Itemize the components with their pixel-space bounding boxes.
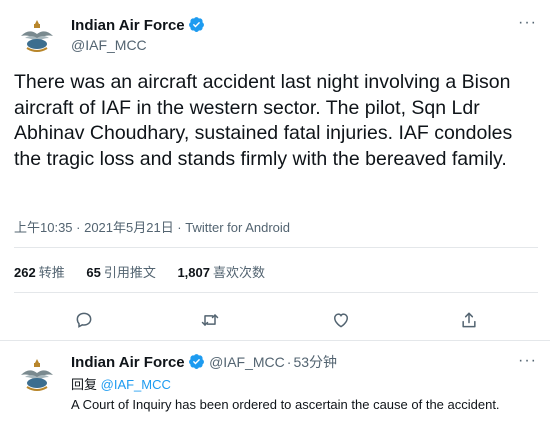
reply-author-handle[interactable]: @IAF_MCC [209,354,285,370]
likes-label: 喜欢次数 [213,265,266,280]
reply-more-options-icon[interactable]: ··· [518,352,537,370]
share-icon [462,312,476,328]
avatar[interactable] [14,13,60,59]
reply-prefix: 回复 [71,377,98,392]
likes-count: 1,807 [177,265,210,280]
share-button[interactable] [456,307,482,333]
reply-to-handle[interactable]: @IAF_MCC [101,377,171,392]
quotes-stat[interactable]: 65 引用推文 [86,265,155,280]
reply-icon [76,312,92,328]
iaf-emblem-icon [16,15,58,57]
reply-time[interactable]: 53分钟 [293,354,337,370]
like-button[interactable] [328,307,354,333]
tweet-stats: 262 转推 65 引用推文 1,807 喜欢次数 [14,262,283,281]
reply-header: Indian Air Force @IAF_MCC · 53分钟 [71,352,337,372]
reply-button[interactable] [71,307,97,333]
verified-badge-icon [188,17,204,32]
retweets-label: 转推 [38,265,65,280]
more-options-icon[interactable]: ··· [518,14,537,32]
tweet-text: There was an aircraft accident last nigh… [14,71,513,170]
quotes-count: 65 [86,265,101,280]
author-handle[interactable]: @IAF_MCC [71,37,147,53]
retweet-button[interactable] [197,307,223,333]
retweets-stat[interactable]: 262 转推 [14,265,65,280]
reply-tweet-text: A Court of Inquiry has been ordered to a… [71,397,500,412]
retweet-icon [201,314,219,326]
replying-to: 回复 @IAF_MCC [71,374,171,393]
divider [14,292,538,293]
divider [0,340,550,341]
likes-stat[interactable]: 1,807 喜欢次数 [177,265,265,280]
reply-author-name[interactable]: Indian Air Force [71,354,185,371]
iaf-emblem-icon [16,354,58,396]
retweets-count: 262 [14,265,36,280]
author-name[interactable]: Indian Air Force [71,17,185,34]
tweet-timestamp[interactable]: 上午10:35 · 2021年5月21日 · Twitter for Andro… [14,217,290,236]
divider [14,247,538,248]
verified-badge-icon [188,354,204,369]
reply-avatar[interactable] [14,352,60,398]
separator-dot: · [286,354,292,370]
like-icon [333,313,349,328]
quotes-label: 引用推文 [103,265,156,280]
